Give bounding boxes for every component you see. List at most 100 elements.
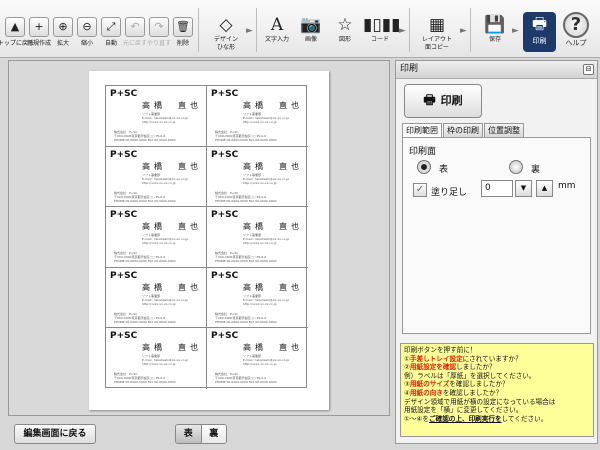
tab-frame-print[interactable]: 枠の印刷 — [443, 123, 483, 137]
preview-canvas: P+SC 高橋 直也 ソフト事業部 E-mail : takahashi@xx-xx.… — [8, 60, 390, 416]
new-document-icon: + — [29, 17, 49, 37]
card-logo: P+SC — [110, 270, 138, 281]
printer-icon: 🖶 — [423, 93, 436, 108]
card-logo: P+SC — [110, 149, 138, 160]
notice-line: 用紙設定を「横」に変更してください。 — [404, 406, 523, 415]
card-logo: P+SC — [211, 89, 239, 99]
zoom-in-icon: ⊕ — [53, 17, 73, 37]
layout-copy-button[interactable]: ▦ レイアウト 面コピー — [416, 14, 458, 52]
chevron-up-icon[interactable]: ▲ — [536, 180, 553, 197]
card-url-line: http://xxxx.xx-xx.co.jp — [243, 362, 277, 367]
card-grid: P+SC 高橋 直也 ソフト事業部 E-mail : takahashi@xx-xx.… — [105, 85, 308, 389]
print-notice: 印刷ボタンを押す前に！ ①手差しトレイ設定にされていますか？ ②用紙設定を確認し… — [400, 343, 594, 437]
front-side-button[interactable]: 表 — [176, 425, 201, 443]
card-logo: P+SC — [211, 149, 239, 160]
bleed-checkbox[interactable]: ✓ — [413, 183, 427, 197]
card-logo: P+SC — [110, 89, 138, 99]
triangle-up-icon: ▲ — [5, 17, 25, 37]
bottom-bar: 編集画面に戻る 表 裏 — [0, 418, 392, 450]
card-name: 高橋 直也 — [142, 161, 202, 171]
front-radio-label: 表 — [439, 165, 449, 175]
trash-icon: 🗑 — [173, 17, 193, 37]
card-phone-line: PHONE 00-0000-0000 FAX 00-0000-0000 — [114, 259, 176, 264]
code-button[interactable]: ▮▯▮▮ コード — [363, 14, 401, 52]
business-card: P+SC 高橋 直也 ソフト事業部 E-mail : takahashi@xx-xx.… — [106, 86, 207, 147]
step-arrow-icon: ► — [399, 26, 406, 36]
tab-print-range[interactable]: 印刷範囲 — [402, 123, 442, 137]
business-card: P+SC 高橋 直也 ソフト事業部 E-mail : takahashi@xx-xx.… — [207, 268, 308, 329]
image-button[interactable]: 📷 画像 — [294, 14, 328, 52]
step-arrow-icon: ► — [460, 26, 467, 36]
business-card: P+SC 高橋 直也 ソフト事業部 E-mail : takahashi@xx-xx.… — [207, 147, 308, 208]
fit-icon: ⤢ — [101, 17, 121, 37]
side-toggle: 表 裏 — [175, 424, 227, 444]
card-phone-line: PHONE 00-0000-0000 FAX 00-0000-0000 — [114, 198, 176, 203]
card-logo: P+SC — [110, 331, 138, 342]
business-card: P+SC 高橋 直也 ソフト事業部 E-mail : takahashi@xx-xx.… — [106, 267, 207, 329]
divider — [198, 8, 199, 52]
panel-tabs: 印刷範囲 枠の印刷 位置調整 — [402, 123, 525, 137]
barcode-icon: ▮▯▮▮ — [363, 15, 401, 35]
card-name: 高橋 直也 — [142, 282, 202, 292]
card-url-line: http://xxxx.xx-xx.co.jp — [142, 301, 176, 306]
card-phone-line: PHONE 00-0000-0000 FAX 00-0000-0000 — [114, 319, 176, 324]
printer-icon: 🖶 — [531, 14, 548, 33]
minimize-icon[interactable]: ⊟ — [583, 64, 594, 75]
bleed-label: 塗り足し — [431, 188, 468, 198]
zoom-out-icon: ⊖ — [77, 17, 97, 37]
front-radio[interactable] — [417, 160, 431, 174]
paper-sheet: P+SC 高橋 直也 ソフト事業部 E-mail : takahashi@xx-xx.… — [89, 71, 329, 410]
card-name: 高橋 直也 — [243, 282, 303, 292]
notice-line: ①～④をご確認の上、印刷実行をしてください。 — [404, 414, 548, 423]
card-name: 高橋 直也 — [243, 161, 303, 171]
card-phone-line: PHONE 00-0000-0000 FAX 00-0000-0000 — [215, 259, 277, 264]
divider — [409, 8, 410, 52]
text-a-icon: A — [270, 15, 284, 35]
grid-icon: ▦ — [428, 15, 446, 35]
question-mark-icon: ? — [563, 12, 589, 38]
card-url-line: http://xxxx.xx-xx.co.jp — [142, 120, 176, 124]
card-url-line: http://xxxx.xx-xx.co.jp — [243, 120, 277, 124]
card-url-line: http://xxxx.xx-xx.co.jp — [243, 241, 277, 246]
print-panel: 印刷 ⊟ 🖶 印刷 印刷範囲 枠の印刷 位置調整 印刷面 表 裏 ✓ 塗り足し 0 … — [395, 60, 598, 444]
text-input-button[interactable]: A 文字入力 — [260, 14, 294, 52]
print-toolbar-button[interactable]: 🖶 印刷 — [523, 12, 556, 52]
chevron-down-icon[interactable]: ▼ — [515, 180, 532, 197]
redo-icon: ↷ — [149, 17, 169, 37]
diamond-icon: ◇ — [219, 15, 233, 35]
back-to-edit-button[interactable]: 編集画面に戻る — [14, 424, 96, 444]
delete-button[interactable]: 🗑 削除 — [172, 17, 194, 50]
notice-line: ①手差しトレイ設定にされていますか？ — [404, 354, 522, 363]
card-url-line: http://xxxx.xx-xx.co.jp — [243, 180, 277, 185]
card-name: 高橋 直也 — [142, 101, 202, 110]
shapes-icon: ☆ — [337, 15, 353, 35]
card-url-line: http://xxxx.xx-xx.co.jp — [142, 362, 176, 367]
card-url-line: http://xxxx.xx-xx.co.jp — [142, 241, 176, 246]
design-template-button[interactable]: ◇ デザイン ひな形 — [208, 14, 244, 52]
shape-button[interactable]: ☆ 図形 — [328, 14, 362, 52]
card-name: 高橋 直也 — [142, 343, 202, 353]
tab-position-adjust[interactable]: 位置調整 — [484, 123, 524, 137]
card-phone-line: PHONE 00-0000-0000 FAX 00-0000-0000 — [215, 198, 277, 203]
camera-icon: 📷 — [300, 15, 322, 35]
bleed-value-field[interactable]: 0 — [481, 180, 513, 197]
panel-title: 印刷 ⊟ — [396, 61, 597, 79]
divider — [256, 8, 257, 52]
back-side-button[interactable]: 裏 — [200, 425, 226, 443]
notice-line: ③用紙のサイズを確認しましたか？ — [404, 380, 509, 389]
card-name: 高橋 直也 — [243, 222, 303, 232]
card-url-line: http://xxxx.xx-xx.co.jp — [243, 301, 277, 306]
bleed-unit: mm — [558, 181, 576, 191]
card-phone-line: PHONE 00-0000-0000 FAX 00-0000-0000 — [215, 138, 277, 142]
notice-line: デザイン領域で用紙が横の設定になっている場合は — [404, 397, 556, 406]
card-phone-line: PHONE 00-0000-0000 FAX 00-0000-0000 — [215, 380, 277, 385]
business-card: P+SC 高橋 直也 ソフト事業部 E-mail : takahashi@xx-xx.… — [207, 328, 308, 389]
print-side-heading: 印刷面 — [409, 147, 437, 157]
tab-content: 印刷面 表 裏 ✓ 塗り足し 0 ▼ ▲ mm — [402, 137, 591, 334]
save-button[interactable]: 💾 保存 — [478, 14, 512, 52]
back-radio[interactable] — [509, 160, 523, 174]
help-button[interactable]: ? ヘルプ — [559, 12, 593, 52]
print-button[interactable]: 🖶 印刷 — [404, 84, 482, 118]
card-name: 高橋 直也 — [142, 222, 202, 232]
card-phone-line: PHONE 00-0000-0000 FAX 00-0000-0000 — [114, 380, 176, 385]
